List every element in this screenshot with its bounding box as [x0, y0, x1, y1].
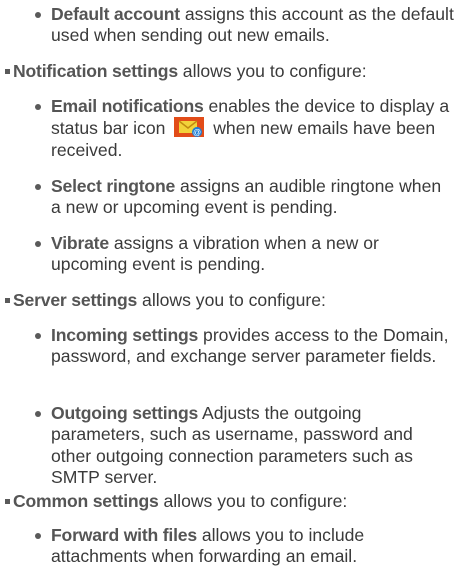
item-description: allows you to configure: — [137, 290, 326, 310]
bullet-icon — [35, 533, 41, 539]
item-text: Select ringtone assigns an audible ringt… — [51, 176, 454, 219]
item-term: Common settings — [13, 491, 159, 511]
item-term: Outgoing settings — [51, 403, 199, 423]
item-text: Notification settings allows you to conf… — [13, 61, 454, 82]
manual-page: Default account assigns this account as … — [0, 0, 464, 570]
item-term: Forward with files — [51, 525, 197, 545]
bullet-icon — [35, 12, 41, 18]
item-description: allows you to configure: — [158, 491, 348, 511]
item-text: Forward with files allows you to include… — [51, 525, 454, 568]
item-term: Email notifications — [51, 96, 204, 116]
item-text: Default account assigns this account as … — [51, 4, 454, 47]
bullet-icon — [35, 411, 41, 417]
square-bullet-icon — [5, 69, 10, 74]
email-notification-icon: @ — [174, 117, 205, 138]
item-text: Outgoing settings Adjusts the outgoing p… — [51, 403, 454, 488]
item-term: Vibrate — [51, 233, 109, 253]
item-text: Vibrate assigns a vibration when a new o… — [51, 233, 454, 276]
square-bullet-icon — [5, 298, 10, 303]
item-text: Incoming settings provides access to the… — [51, 325, 454, 368]
item-description: allows you to configure: — [177, 61, 367, 81]
bullet-icon — [35, 104, 41, 110]
item-term: Select ringtone — [51, 176, 176, 196]
item-text: Server settings allows you to configure: — [13, 290, 454, 311]
item-text: Email notifications enables the device t… — [51, 96, 454, 161]
bullet-icon — [35, 241, 41, 247]
item-text: Common settings allows you to configure: — [13, 491, 454, 512]
item-term: Notification settings — [13, 61, 178, 81]
item-term: Server settings — [13, 290, 138, 310]
item-term: Default account — [51, 4, 180, 24]
bullet-icon — [35, 333, 41, 339]
square-bullet-icon — [5, 499, 10, 504]
svg-text:@: @ — [193, 128, 201, 137]
item-term: Incoming settings — [51, 325, 199, 345]
bullet-icon — [35, 184, 41, 190]
